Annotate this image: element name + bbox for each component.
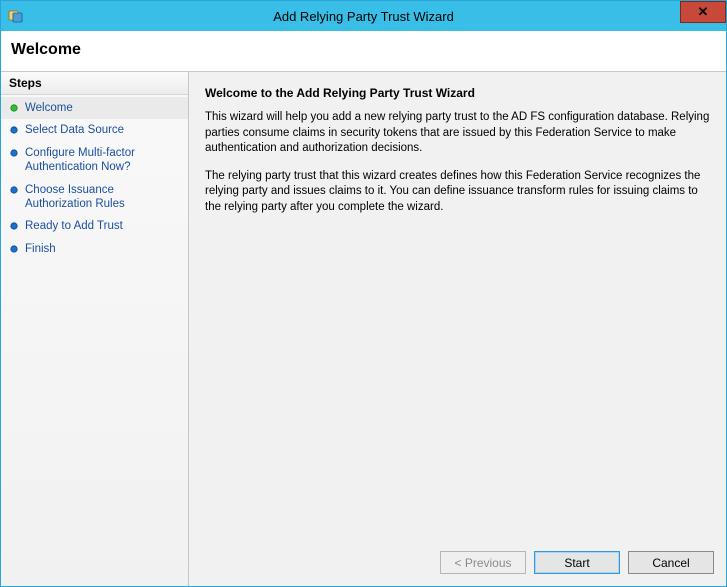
content-inner: Welcome to the Add Relying Party Trust W… — [189, 72, 726, 541]
steps-header: Steps — [1, 72, 188, 95]
step-finish[interactable]: Finish — [1, 238, 188, 260]
close-button[interactable]: ✕ — [680, 1, 726, 23]
bullet-pending-icon — [9, 125, 19, 135]
step-configure-mfa[interactable]: Configure Multi-factor Authentication No… — [1, 142, 188, 179]
wizard-footer: < Previous Start Cancel — [189, 541, 726, 586]
bullet-pending-icon — [9, 244, 19, 254]
step-label: Welcome — [25, 101, 180, 115]
content-para-2: The relying party trust that this wizard… — [205, 169, 710, 216]
step-label: Ready to Add Trust — [25, 219, 180, 233]
previous-button: < Previous — [440, 551, 526, 574]
step-welcome[interactable]: Welcome — [1, 97, 188, 119]
cancel-button[interactable]: Cancel — [628, 551, 714, 574]
page-title: Welcome — [11, 41, 716, 59]
step-label: Choose Issuance Authorization Rules — [25, 183, 180, 212]
titlebar[interactable]: Add Relying Party Trust Wizard ✕ — [1, 1, 726, 31]
step-ready-to-add[interactable]: Ready to Add Trust — [1, 215, 188, 237]
bullet-pending-icon — [9, 221, 19, 231]
step-label: Finish — [25, 242, 180, 256]
bullet-pending-icon — [9, 185, 19, 195]
adfs-app-icon — [7, 7, 25, 25]
bullet-pending-icon — [9, 148, 19, 158]
step-label: Select Data Source — [25, 123, 180, 137]
content-para-1: This wizard will help you add a new rely… — [205, 110, 710, 157]
wizard-body: Steps Welcome Select Data Source — [1, 71, 726, 586]
steps-sidebar: Steps Welcome Select Data Source — [1, 72, 189, 586]
step-select-data-source[interactable]: Select Data Source — [1, 119, 188, 141]
wizard-window: Add Relying Party Trust Wizard ✕ Welcome… — [0, 0, 727, 587]
step-choose-authorization[interactable]: Choose Issuance Authorization Rules — [1, 179, 188, 216]
step-list: Welcome Select Data Source Configure Mul… — [1, 95, 188, 262]
bullet-current-icon — [9, 103, 19, 113]
start-button[interactable]: Start — [534, 551, 620, 574]
step-label: Configure Multi-factor Authentication No… — [25, 146, 180, 175]
close-icon: ✕ — [698, 4, 709, 20]
page-header: Welcome — [1, 31, 726, 71]
window-title: Add Relying Party Trust Wizard — [1, 9, 726, 24]
content-heading: Welcome to the Add Relying Party Trust W… — [205, 86, 710, 100]
content-panel: Welcome to the Add Relying Party Trust W… — [189, 72, 726, 586]
